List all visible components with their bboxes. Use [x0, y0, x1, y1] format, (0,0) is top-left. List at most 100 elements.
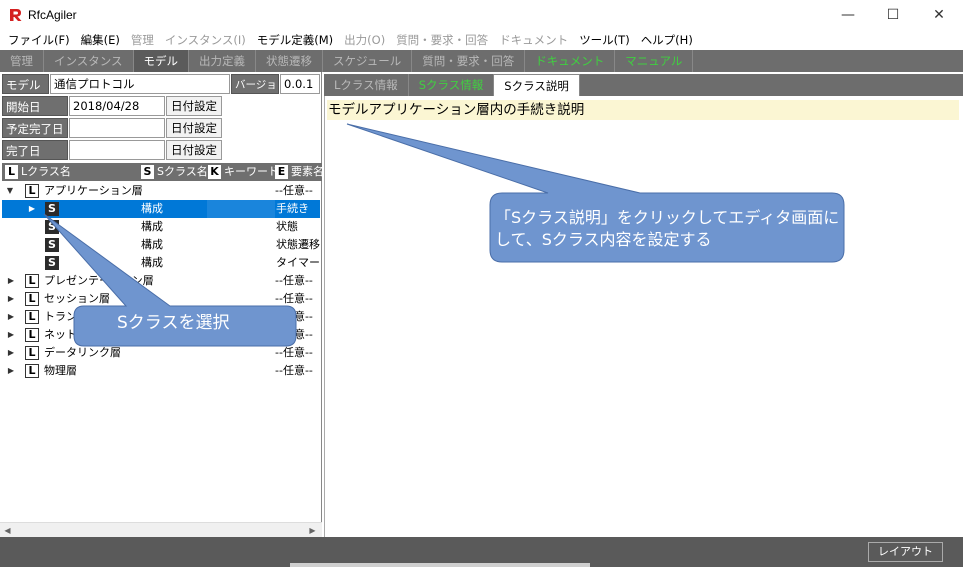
expand-arrow-icon[interactable]: ▶ [6, 326, 16, 344]
expand-arrow-icon[interactable]: ▶ [6, 308, 16, 326]
planned-end-input[interactable] [69, 118, 165, 138]
description-editor[interactable]: モデルアプリケーション層内の手続き説明 [324, 96, 963, 537]
tab-instance[interactable]: インスタンス [44, 50, 134, 72]
menu-model-definition[interactable]: モデル定義(M) [257, 32, 333, 48]
tree-row-element: --任意-- [275, 364, 313, 377]
l-class-badge: L [25, 346, 39, 360]
element-column-header[interactable]: 要素名 [291, 164, 322, 180]
scroll-right-arrow-icon[interactable]: ▶ [305, 523, 320, 538]
scroll-left-arrow-icon[interactable]: ◀ [0, 523, 15, 538]
menu-qa[interactable]: 質問・要求・回答 [396, 32, 488, 48]
tree-row-application-layer[interactable]: ▼ L アプリケーション層 --任意-- [2, 182, 320, 200]
tree-row-s-class-name: 構成 [141, 238, 163, 251]
end-date-button[interactable]: 日付設定 [166, 140, 222, 160]
tree-header: L Lクラス名 S Sクラス名 K キーワード E 要素名 [2, 163, 322, 181]
l-class-badge: L [25, 292, 39, 306]
model-name-label: モデル名 [2, 74, 49, 112]
window-title: RfcAgiler [28, 8, 77, 22]
tree-row-session-layer[interactable]: ▶ L セッション層 --任意-- [2, 290, 320, 308]
menu-bar: ファイル(F) 編集(E) 管理 インスタンス(I) モデル定義(M) 出力(O… [0, 30, 963, 50]
tree-row-s-class-state-transition[interactable]: S 構成 状態遷移 [2, 236, 320, 254]
menu-help[interactable]: ヘルプ(H) [641, 32, 693, 48]
tree-row-s-class-name: 構成 [141, 202, 163, 215]
tree-row-element: --任意-- [275, 328, 313, 341]
tree-row-element: --任意-- [275, 310, 313, 323]
tree-row-label: アプリケーション層 [44, 184, 143, 197]
tab-l-class-info[interactable]: Lクラス情報 [324, 74, 409, 96]
l-class-badge: L [25, 274, 39, 288]
s-class-column-header[interactable]: Sクラス名 [157, 164, 208, 180]
menu-manage[interactable]: 管理 [131, 32, 154, 48]
tree-row-physical-layer[interactable]: ▶ L 物理層 --任意-- [2, 362, 320, 380]
start-date-label: 開始日 [2, 96, 68, 116]
tree-horizontal-scrollbar[interactable]: ◀ ▶ [0, 522, 322, 537]
menu-document[interactable]: ドキュメント [499, 32, 568, 48]
tree-row-s-class-name: 構成 [141, 220, 163, 233]
expand-arrow-icon[interactable]: ▶ [6, 272, 16, 290]
tab-model[interactable]: モデル [133, 50, 190, 72]
minimize-button[interactable]: — [825, 0, 871, 30]
start-date-button[interactable]: 日付設定 [166, 96, 222, 116]
tree-row-s-class-state[interactable]: S 構成 状態 [2, 218, 320, 236]
model-name-input[interactable]: 通信プロトコル [50, 74, 230, 94]
menu-file[interactable]: ファイル(F) [8, 32, 70, 48]
collapse-arrow-icon[interactable]: ▼ [5, 182, 15, 200]
tab-manage[interactable]: 管理 [0, 50, 44, 72]
version-input[interactable]: 0.0.1 [280, 74, 320, 94]
status-divider [290, 563, 590, 567]
s-class-badge: S [45, 202, 59, 216]
s-class-badge: S [45, 220, 59, 234]
detail-tab-strip: Lクラス情報 Sクラス情報 Sクラス説明 [324, 74, 963, 96]
expand-arrow-icon[interactable]: ▶ [6, 362, 16, 380]
tab-manual[interactable]: マニュアル [615, 50, 694, 72]
l-class-badge: L [5, 165, 18, 179]
menu-instance[interactable]: インスタンス(I) [165, 32, 246, 48]
tree-row-element: --任意-- [275, 184, 313, 197]
editor-first-line[interactable]: モデルアプリケーション層内の手続き説明 [327, 100, 959, 120]
maximize-button[interactable]: ☐ [870, 0, 916, 30]
tree-row-element: --任意-- [275, 274, 313, 287]
tab-output-definition[interactable]: 出力定義 [189, 50, 257, 72]
menu-edit[interactable]: 編集(E) [81, 32, 120, 48]
tree-row-element: --任意-- [275, 292, 313, 305]
expand-arrow-icon[interactable]: ▶ [27, 200, 37, 218]
tree-row-data-link-layer[interactable]: ▶ L データリンク層 --任意-- [2, 344, 320, 362]
l-class-column-header[interactable]: Lクラス名 [21, 164, 71, 180]
end-date-input[interactable] [69, 140, 165, 160]
tab-s-class-info[interactable]: Sクラス情報 [409, 74, 495, 96]
tab-document[interactable]: ドキュメント [525, 50, 616, 72]
start-date-input[interactable]: 2018/04/28 [69, 96, 165, 116]
planned-end-button[interactable]: 日付設定 [166, 118, 222, 138]
main-tab-strip: 管理 インスタンス モデル 出力定義 状態遷移 スケジュール 質問・要求・回答 … [0, 50, 963, 72]
tree-row-s-class-timer[interactable]: S 構成 タイマー [2, 254, 320, 272]
model-panel: モデル名 通信プロトコル バージョン 0.0.1 開始日 2018/04/28 … [0, 72, 322, 537]
app-logo-icon [10, 9, 22, 21]
expand-arrow-icon[interactable]: ▶ [6, 290, 16, 308]
selection-keyword-cell [207, 200, 275, 218]
menu-tools[interactable]: ツール(T) [579, 32, 630, 48]
close-button[interactable]: ✕ [916, 0, 962, 30]
tree-row-label: 物理層 [44, 364, 77, 377]
tree-row-presentation-layer[interactable]: ▶ L プレゼンテーション層 --任意-- [2, 272, 320, 290]
tree-row-element: --任意-- [275, 346, 313, 359]
tree-row-label: プレゼンテーション層 [44, 274, 154, 287]
tree-row-element: タイマー [276, 256, 320, 269]
expand-arrow-icon[interactable]: ▶ [6, 344, 16, 362]
keyword-column-header[interactable]: キーワード [224, 164, 279, 180]
tab-schedule[interactable]: スケジュール [323, 50, 413, 72]
status-bar: レイアウト [0, 537, 963, 567]
tab-state-transition[interactable]: 状態遷移 [256, 50, 324, 72]
planned-end-row: 予定完了日 日付設定 [0, 118, 322, 139]
tree-row-element: 状態遷移 [276, 238, 320, 251]
s-class-badge: S [45, 256, 59, 270]
tree-row-s-class-procedure[interactable]: ▶ S 構成 手続き [2, 200, 320, 218]
layout-button[interactable]: レイアウト [868, 542, 943, 562]
l-class-badge: L [25, 184, 39, 198]
l-class-badge: L [25, 310, 39, 324]
element-badge: E [275, 165, 288, 179]
title-bar: RfcAgiler — ☐ ✕ [0, 0, 963, 30]
menu-output[interactable]: 出力(O) [344, 32, 385, 48]
right-callout-text-line1: 「Sクラス説明」をクリックしてエディタ画面に [495, 208, 840, 227]
tab-qa[interactable]: 質問・要求・回答 [412, 50, 526, 72]
tab-s-class-description[interactable]: Sクラス説明 [494, 74, 580, 96]
